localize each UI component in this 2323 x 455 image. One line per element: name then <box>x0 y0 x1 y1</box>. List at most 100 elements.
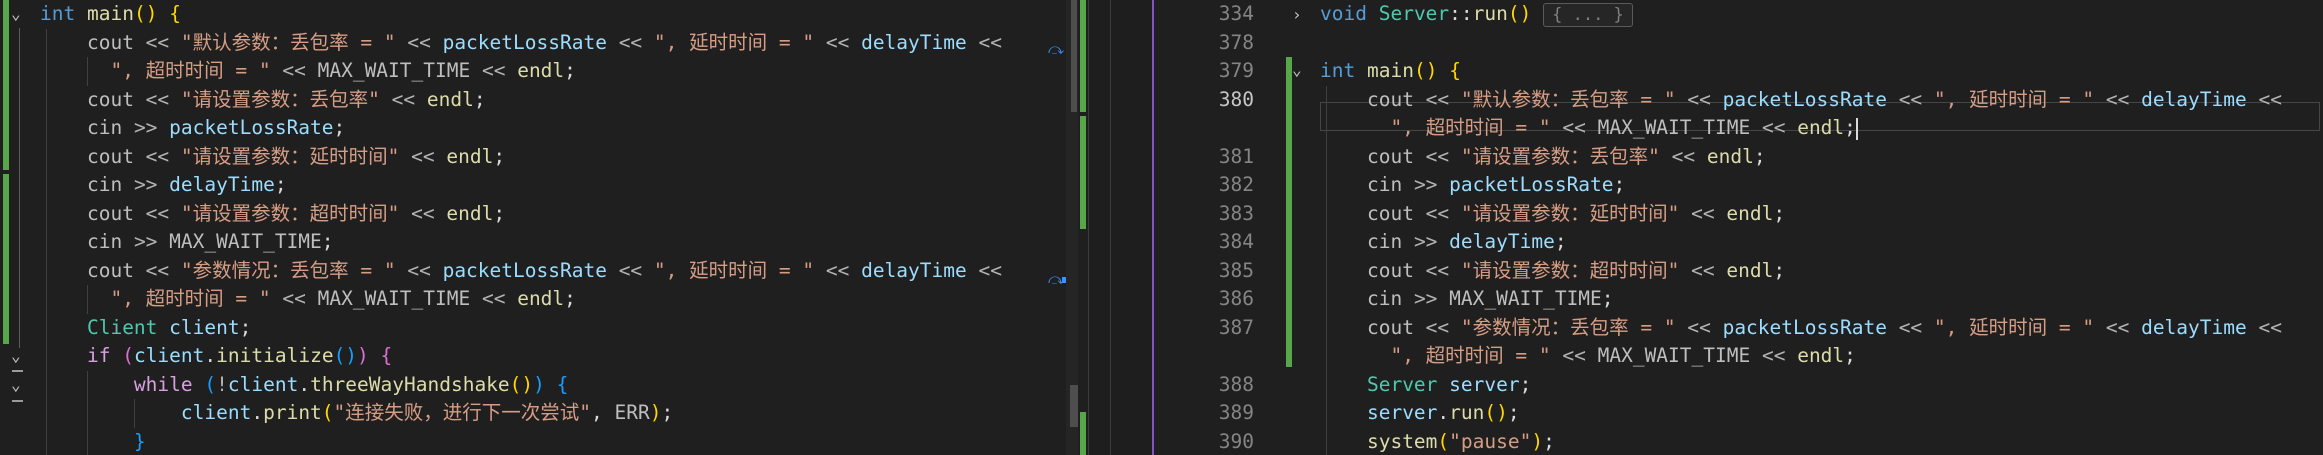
code-line[interactable]: cout << "默认参数：丢包率 = " << packetLossRate … <box>40 28 1088 57</box>
code-line[interactable]: Server server; <box>1320 370 2323 399</box>
code-line[interactable]: cout << "请设置参数：丢包率" << endl; <box>40 85 1088 114</box>
code-token: ) <box>357 344 369 367</box>
code-token: ", 延时时间 = " <box>653 30 815 54</box>
code-line[interactable]: cout << "请设置参数：超时时间" << endl; <box>1320 256 2323 285</box>
code-token: cout <box>1366 144 1414 168</box>
chevron-down-icon[interactable]: ⌄ <box>1292 60 1302 79</box>
pane-divider[interactable] <box>1110 0 1111 455</box>
code-line[interactable]: cout << "请设置参数：延时时间" << endl; <box>1320 199 2323 228</box>
code-token: endl <box>1726 258 1774 282</box>
code-line[interactable]: client.print("连接失败，进行下一次尝试", ERR); <box>40 399 1088 428</box>
inline-hint-icon[interactable]: ⤼ <box>1048 40 1064 58</box>
code-token: "参数情况：丢包率 = " <box>180 258 396 282</box>
right-code-area[interactable]: void Server::run() { ... }int main() { c… <box>1320 0 2323 455</box>
code-token: endl <box>1797 344 1845 367</box>
code-line[interactable]: cin >> delayTime; <box>40 171 1088 200</box>
code-token: run <box>1472 2 1508 25</box>
fold-dash <box>12 370 23 372</box>
code-token: packetLossRate <box>1722 315 1887 339</box>
code-token: << <box>270 59 318 82</box>
code-line[interactable]: Client client; <box>40 313 1088 342</box>
code-token: << <box>2246 315 2282 339</box>
code-token: << <box>1750 344 1798 367</box>
code-token: cin <box>1366 287 1403 310</box>
indent-guide <box>46 199 47 228</box>
code-token: << <box>379 87 427 111</box>
code-token: "请设置参数：延时时间" <box>1460 201 1680 225</box>
line-number: 382 <box>1218 173 1254 196</box>
right-editor-pane[interactable]: 334 378 379 380 381 382 383 384 385 386 387 388 389 3… <box>1154 0 2323 455</box>
code-line[interactable]: cin >> delayTime; <box>1320 228 2323 257</box>
code-token: packetLossRate <box>442 258 607 282</box>
left-editor-pane[interactable]: ⌄ ⌄ ⌄ int main() { cout << "默认参数：丢包率 = "… <box>0 0 1088 455</box>
code-token: ; <box>239 315 252 339</box>
code-line[interactable]: cout << "默认参数：丢包率 = " << packetLossRate … <box>1320 85 2323 114</box>
code-line[interactable]: int main() { <box>40 0 1088 29</box>
code-line[interactable]: if (client.initialize()) { <box>40 342 1088 371</box>
code-token: print <box>263 401 322 424</box>
code-line[interactable]: system("pause"); <box>1320 427 2323 455</box>
indent-guide <box>46 342 47 371</box>
left-scrollbar-thumb[interactable] <box>1071 0 1077 112</box>
code-line[interactable]: cout << "请设置参数：丢包率" << endl; <box>1320 142 2323 171</box>
chevron-down-icon[interactable]: ⌄ <box>11 375 21 394</box>
code-line[interactable]: cout << "参数情况：丢包率 = " << packetLossRate … <box>40 256 1088 285</box>
change-marker <box>1286 57 1292 367</box>
code-line[interactable]: server.run(); <box>1320 399 2323 428</box>
code-line[interactable]: while (!client.threeWayHandshake()) { <box>40 370 1088 399</box>
chevron-right-icon[interactable]: › <box>1292 5 1302 24</box>
code-token: , <box>591 401 615 424</box>
code-token: << <box>606 30 654 54</box>
code-line[interactable]: cin >> packetLossRate; <box>40 114 1088 143</box>
code-line[interactable]: ", 超时时间 = " << MAX_WAIT_TIME << endl; <box>40 57 1088 86</box>
code-line[interactable]: cin >> MAX_WAIT_TIME; <box>1320 285 2323 314</box>
code-line[interactable]: cout << "请设置参数：超时时间" << endl; <box>40 199 1088 228</box>
code-token: :: <box>1449 2 1473 25</box>
pane-divider[interactable] <box>1088 0 1089 455</box>
indent-guide <box>46 313 47 342</box>
code-token: ; <box>564 287 576 310</box>
overview-change-marker <box>1080 116 1086 229</box>
code-token: run <box>1449 401 1485 424</box>
code-token: . <box>298 372 311 396</box>
code-token: () <box>133 2 158 25</box>
code-token: ; <box>564 59 576 82</box>
folded-region-pill[interactable]: { ... } <box>1543 2 1633 27</box>
chevron-down-icon[interactable]: ⌄ <box>11 4 21 23</box>
code-token: << <box>470 59 518 82</box>
code-line[interactable] <box>1320 29 2323 58</box>
code-token: "默认参数：丢包率 = " <box>180 30 396 54</box>
change-marker <box>3 0 9 170</box>
left-code-area[interactable]: int main() { cout << "默认参数：丢包率 = " << pa… <box>40 0 1088 455</box>
code-token: () <box>1507 2 1532 25</box>
code-token: ; <box>1613 173 1626 196</box>
code-line[interactable]: void Server::run() { ... } <box>1320 0 2323 29</box>
code-line[interactable]: cin >> MAX_WAIT_TIME; <box>40 228 1088 257</box>
line-number <box>1154 342 1254 371</box>
line-number <box>1154 114 1254 143</box>
code-token: ; <box>274 173 287 196</box>
code-token: () <box>333 344 358 367</box>
code-line[interactable]: ", 超时时间 = " << MAX_WAIT_TIME << endl; <box>1320 342 2323 371</box>
line-number: 379 <box>1218 59 1254 82</box>
code-line[interactable]: cin >> packetLossRate; <box>1320 171 2323 200</box>
code-token: Client <box>86 315 158 339</box>
code-line[interactable]: int main() { <box>1320 57 2323 86</box>
code-line[interactable]: cout << "参数情况：丢包率 = " << packetLossRate … <box>1320 313 2323 342</box>
code-line[interactable]: ", 超时时间 = " << MAX_WAIT_TIME << endl; <box>40 285 1088 314</box>
code-token: << <box>1679 201 1727 225</box>
code-line[interactable]: ", 超时时间 = " << MAX_WAIT_TIME << endl; <box>1320 114 2323 143</box>
code-token: ; <box>1554 230 1567 253</box>
code-line[interactable]: cout << "请设置参数：延时时间" << endl; <box>40 142 1088 171</box>
chevron-down-icon[interactable]: ⌄ <box>11 346 21 365</box>
left-scrollbar-thumb[interactable] <box>1070 385 1078 427</box>
change-marker <box>3 174 9 344</box>
code-line[interactable]: } <box>40 427 1088 455</box>
